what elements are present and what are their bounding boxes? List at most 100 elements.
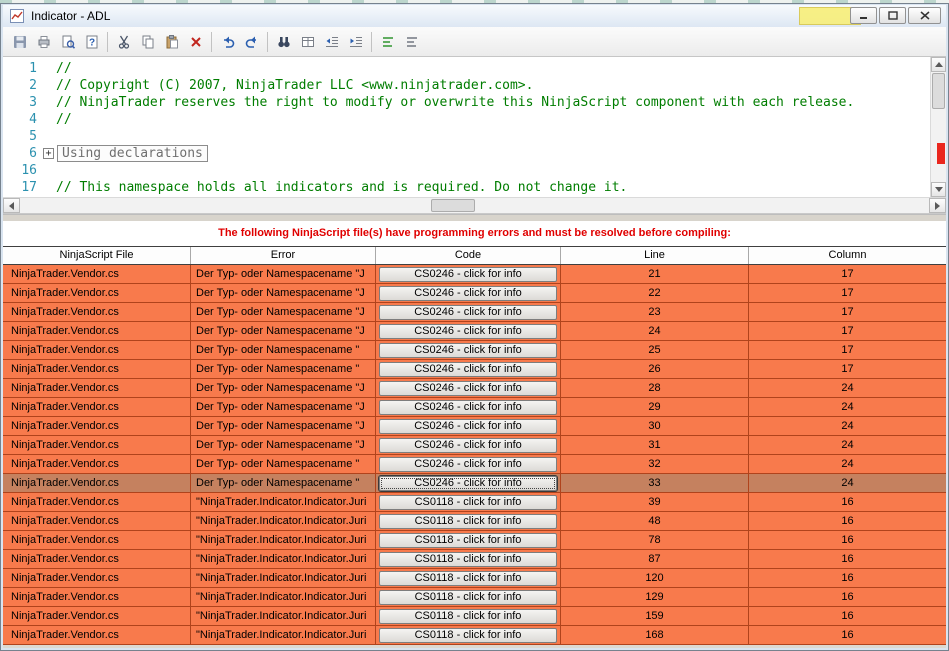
- copy-icon: [142, 35, 153, 48]
- column-header-column[interactable]: Column: [749, 247, 946, 264]
- error-code-button[interactable]: CS0246 - click for info: [379, 285, 557, 301]
- scroll-right-button[interactable]: [929, 198, 946, 213]
- save-button[interactable]: [8, 30, 31, 53]
- table-row[interactable]: NinjaTrader.Vendor.cs Der Typ- oder Name…: [3, 303, 946, 322]
- error-code-button[interactable]: CS0246 - click for info: [379, 380, 557, 396]
- cell-column: 17: [841, 344, 854, 356]
- fold-expand-icon[interactable]: [43, 148, 54, 159]
- close-button[interactable]: [908, 7, 941, 24]
- table-row[interactable]: NinjaTrader.Vendor.cs Der Typ- oder Name…: [3, 322, 946, 341]
- cell-error: Der Typ- oder Namespacename "J: [191, 303, 376, 321]
- table-row[interactable]: NinjaTrader.Vendor.cs Der Typ- oder Name…: [3, 265, 946, 284]
- cell-code: CS0118 - click for info: [376, 588, 561, 606]
- column-header-line[interactable]: Line: [561, 247, 749, 264]
- scroll-left-button[interactable]: [3, 198, 20, 213]
- table-row[interactable]: NinjaTrader.Vendor.cs "NinjaTrader.Indic…: [3, 550, 946, 569]
- redo-icon: [245, 36, 256, 48]
- table-row[interactable]: NinjaTrader.Vendor.cs "NinjaTrader.Indic…: [3, 588, 946, 607]
- arrow-up-icon: [934, 62, 943, 67]
- table-row[interactable]: NinjaTrader.Vendor.cs "NinjaTrader.Indic…: [3, 531, 946, 550]
- redo-button[interactable]: [240, 30, 263, 53]
- error-code-button[interactable]: CS0246 - click for info: [379, 437, 557, 453]
- indent-button[interactable]: [344, 30, 367, 53]
- error-code-button[interactable]: CS0118 - click for info: [379, 608, 557, 624]
- editor-line: 2 // Copyright (C) 2007, NinjaTrader LLC…: [3, 77, 928, 94]
- table-row[interactable]: NinjaTrader.Vendor.cs "NinjaTrader.Indic…: [3, 607, 946, 626]
- cell-file: NinjaTrader.Vendor.cs: [3, 417, 191, 435]
- delete-button[interactable]: [184, 30, 207, 53]
- table-row[interactable]: NinjaTrader.Vendor.cs Der Typ- oder Name…: [3, 379, 946, 398]
- table-row[interactable]: NinjaTrader.Vendor.cs Der Typ- oder Name…: [3, 436, 946, 455]
- error-code-button[interactable]: CS0246 - click for info: [379, 399, 557, 415]
- table-row[interactable]: NinjaTrader.Vendor.cs Der Typ- oder Name…: [3, 360, 946, 379]
- cell-line: 78: [561, 531, 749, 549]
- scroll-down-button[interactable]: [931, 182, 946, 197]
- table-row[interactable]: NinjaTrader.Vendor.cs Der Typ- oder Name…: [3, 455, 946, 474]
- error-code-button[interactable]: CS0246 - click for info: [379, 456, 557, 472]
- column-header-error[interactable]: Error: [191, 247, 376, 264]
- error-code-button[interactable]: CS0246 - click for info: [379, 361, 557, 377]
- cell-line: 129: [561, 588, 749, 606]
- horizontal-scroll-thumb[interactable]: [431, 199, 475, 212]
- cell-code: CS0246 - click for info: [376, 474, 561, 492]
- cell-line: 31: [561, 436, 749, 454]
- error-code-button[interactable]: CS0246 - click for info: [379, 418, 557, 434]
- help-button[interactable]: ?: [80, 30, 103, 53]
- error-code-button[interactable]: CS0118 - click for info: [379, 551, 557, 567]
- outdent-button[interactable]: [320, 30, 343, 53]
- maximize-button[interactable]: [879, 7, 906, 24]
- error-code-button[interactable]: CS0246 - click for info: [379, 475, 557, 491]
- error-code-button[interactable]: CS0118 - click for info: [379, 513, 557, 529]
- table-row[interactable]: NinjaTrader.Vendor.cs "NinjaTrader.Indic…: [3, 569, 946, 588]
- error-code-button[interactable]: CS0118 - click for info: [379, 589, 557, 605]
- cell-error: Der Typ- oder Namespacename "J: [191, 398, 376, 416]
- table-row[interactable]: NinjaTrader.Vendor.cs "NinjaTrader.Indic…: [3, 512, 946, 531]
- error-code-button[interactable]: CS0246 - click for info: [379, 304, 557, 320]
- cell-line: 23: [561, 303, 749, 321]
- table-row[interactable]: NinjaTrader.Vendor.cs Der Typ- oder Name…: [3, 341, 946, 360]
- arrow-left-icon: [9, 201, 14, 210]
- cell-column: 16: [841, 572, 854, 584]
- cell-column: 17: [841, 306, 854, 318]
- cell-line: 29: [561, 398, 749, 416]
- column-header-code[interactable]: Code: [376, 247, 561, 264]
- error-code-button[interactable]: CS0246 - click for info: [379, 266, 557, 282]
- copy-button[interactable]: [136, 30, 159, 53]
- table-row[interactable]: NinjaTrader.Vendor.cs Der Typ- oder Name…: [3, 398, 946, 417]
- table-row[interactable]: NinjaTrader.Vendor.cs Der Typ- oder Name…: [3, 474, 946, 493]
- error-code-button[interactable]: CS0118 - click for info: [379, 570, 557, 586]
- error-code-button[interactable]: CS0246 - click for info: [379, 323, 557, 339]
- table-row[interactable]: NinjaTrader.Vendor.cs Der Typ- oder Name…: [3, 284, 946, 303]
- editor-line: 17 // This namespace holds all indicator…: [3, 179, 928, 196]
- cut-button[interactable]: [112, 30, 135, 53]
- error-code-button[interactable]: CS0118 - click for info: [379, 532, 557, 548]
- print-button[interactable]: [32, 30, 55, 53]
- collapsed-region[interactable]: Using declarations: [57, 145, 208, 162]
- scroll-up-button[interactable]: [931, 57, 946, 72]
- print-preview-button[interactable]: [56, 30, 79, 53]
- find-button[interactable]: [272, 30, 295, 53]
- vertical-scroll-thumb[interactable]: [932, 73, 945, 109]
- error-code-button[interactable]: CS0246 - click for info: [379, 342, 557, 358]
- uncomment-button[interactable]: [400, 30, 423, 53]
- table-row[interactable]: NinjaTrader.Vendor.cs "NinjaTrader.Indic…: [3, 493, 946, 512]
- paste-button[interactable]: [160, 30, 183, 53]
- cell-code: CS0246 - click for info: [376, 398, 561, 416]
- cell-code: CS0118 - click for info: [376, 493, 561, 511]
- editor-vertical-scrollbar[interactable]: [930, 57, 946, 197]
- editor-horizontal-scrollbar[interactable]: [3, 197, 946, 214]
- error-code-button[interactable]: CS0118 - click for info: [379, 627, 557, 643]
- ninjascript-editor-window: Indicator - ADL ? 1 // 2 // Copyright (C…: [0, 3, 949, 651]
- error-code-button[interactable]: CS0118 - click for info: [379, 494, 557, 510]
- table-row[interactable]: NinjaTrader.Vendor.cs Der Typ- oder Name…: [3, 417, 946, 436]
- find-next-button[interactable]: [296, 30, 319, 53]
- code-editor[interactable]: 1 // 2 // Copyright (C) 2007, NinjaTrade…: [3, 57, 946, 197]
- table-row[interactable]: NinjaTrader.Vendor.cs "NinjaTrader.Indic…: [3, 626, 946, 645]
- line-number: 16: [21, 163, 37, 178]
- cell-code: CS0118 - click for info: [376, 512, 561, 530]
- cell-error: "NinjaTrader.Indicator.Indicator.Juri: [191, 512, 376, 530]
- column-header-ninjascript-file[interactable]: NinjaScript File: [3, 247, 191, 264]
- minimize-button[interactable]: [850, 7, 877, 24]
- undo-button[interactable]: [216, 30, 239, 53]
- comment-button[interactable]: [376, 30, 399, 53]
